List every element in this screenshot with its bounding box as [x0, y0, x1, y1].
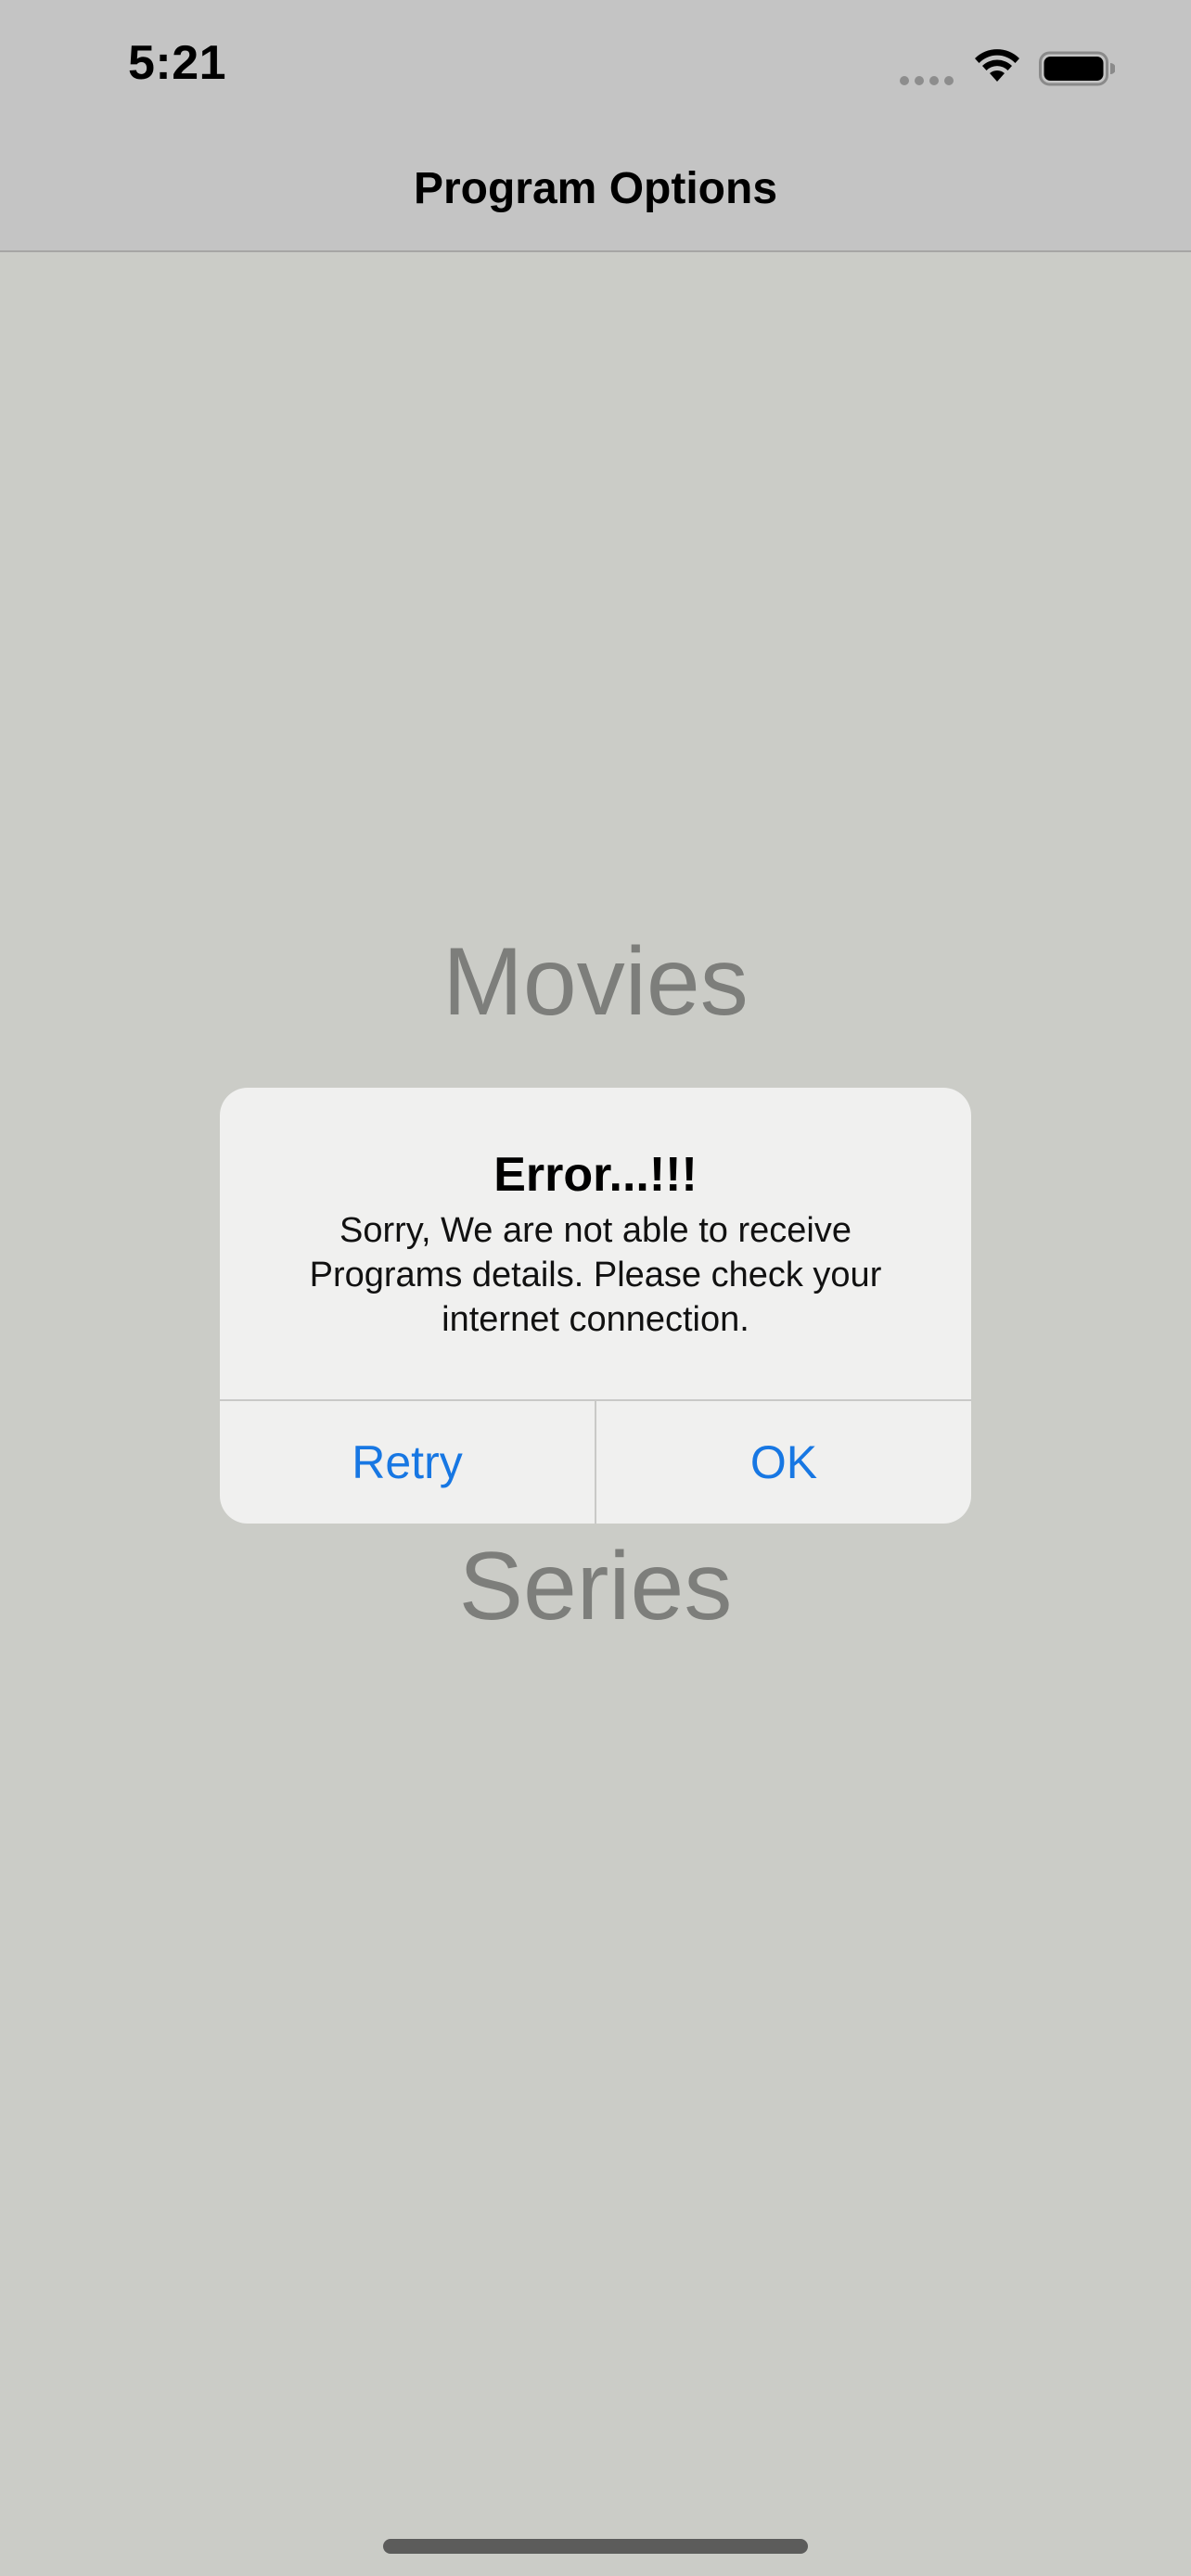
home-indicator[interactable]	[383, 2539, 808, 2554]
app-screen: 5:21 Program Options Movies Series Error…	[0, 0, 1191, 2576]
cellular-signal-icon	[900, 76, 954, 85]
navigation-bar: Program Options	[0, 139, 1191, 252]
status-time: 5:21	[128, 36, 227, 90]
page-title: Program Options	[413, 164, 778, 213]
ok-button[interactable]: OK	[596, 1401, 971, 1524]
series-option[interactable]: Series	[0, 1532, 1191, 1642]
status-bar: 5:21	[0, 0, 1191, 139]
alert-message: Sorry, We are not able to receive Progra…	[309, 1211, 882, 1339]
movies-option[interactable]: Movies	[0, 927, 1191, 1038]
wifi-icon	[975, 49, 1019, 82]
retry-button[interactable]: Retry	[220, 1401, 595, 1524]
battery-icon	[1039, 51, 1115, 86]
alert-title: Error...!!!	[493, 1148, 698, 1202]
error-alert-dialog: Error...!!! Sorry, We are not able to re…	[220, 1088, 971, 1524]
